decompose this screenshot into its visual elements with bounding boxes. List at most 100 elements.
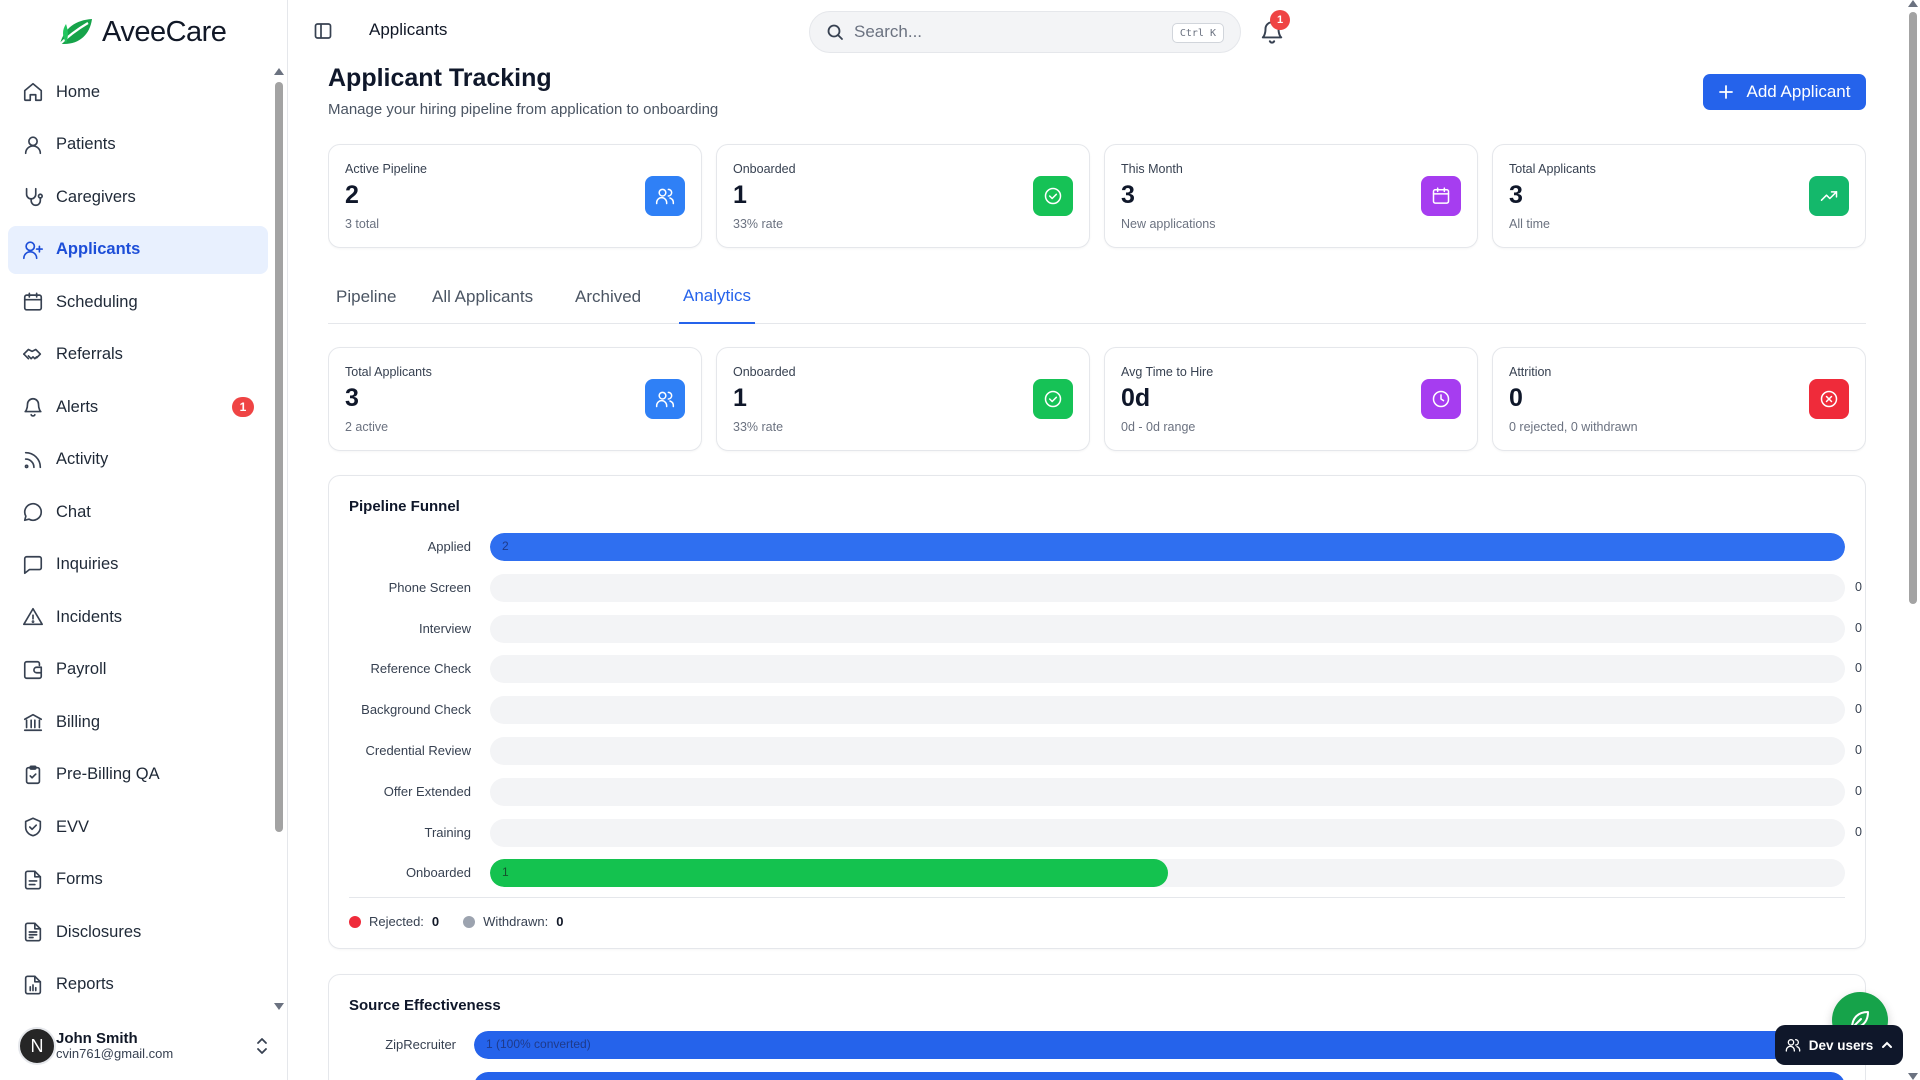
funnel-legend: Rejected: 0 Withdrawn: 0	[349, 914, 563, 929]
sidebar-item-home[interactable]: Home	[8, 68, 268, 116]
users-icon	[655, 188, 675, 205]
scroll-up-arrow-icon[interactable]	[274, 68, 284, 75]
user-email: cvin761@gmail.com	[56, 1046, 174, 1062]
sidebar-item-reports[interactable]: Reports	[8, 961, 268, 1009]
stat-label: Total Applicants	[1509, 162, 1596, 176]
sidebar-item-incidents[interactable]: Incidents	[8, 593, 268, 641]
sidebar-item-label: Caregivers	[56, 187, 136, 206]
stat-subtext: 0d - 0d range	[1121, 420, 1196, 434]
sidebar-item-applicants[interactable]: Applicants	[8, 225, 268, 274]
search-box[interactable]: Ctrl K	[809, 11, 1241, 53]
sidebar-item-payroll[interactable]: Payroll	[8, 646, 268, 694]
trending-up-icon	[1820, 191, 1838, 201]
funnel-bar-track	[490, 573, 1845, 602]
stat-label: Onboarded	[733, 365, 796, 379]
sidebar-scrollbar[interactable]	[274, 68, 284, 1010]
sidebar: AveeCare Home Patients Caregivers Applicant…	[0, 0, 288, 1080]
add-applicant-button[interactable]: Add Applicant	[1703, 74, 1866, 110]
dev-users-button[interactable]: Dev users	[1775, 1025, 1903, 1065]
page-title: Applicant Tracking	[328, 64, 552, 92]
sidebar-item-forms[interactable]: Forms	[8, 856, 268, 904]
stat-value: 2	[345, 181, 359, 209]
app-name: AveeCare	[102, 15, 227, 48]
check-circle-icon	[1044, 390, 1062, 408]
source-bar[interactable]: 1 (100% converted)	[474, 1031, 1845, 1059]
funnel-stage-label: Phone Screen	[388, 579, 471, 595]
stat-subtext: 33% rate	[733, 420, 784, 434]
sidebar-item-badge: 1	[232, 397, 254, 417]
sidebar-item-label: Billing	[56, 712, 101, 731]
search-icon	[827, 24, 843, 40]
legend-value: 0	[556, 914, 564, 929]
sidebar-item-pre-billing-qa[interactable]: Pre-Billing QA	[8, 751, 268, 799]
page-scroll-down-icon[interactable]	[1908, 1073, 1918, 1080]
funnel-row-background-check: Background Check 0	[329, 696, 1866, 725]
funnel-row-training: Training 0	[329, 818, 1866, 847]
sidebar-item-label: Payroll	[56, 660, 107, 678]
legend-label: Withdrawn:	[483, 914, 549, 929]
sidebar-toggle-icon[interactable]	[313, 21, 333, 41]
sidebar-item-evv[interactable]: EVV	[8, 803, 268, 851]
sidebar-item-alerts[interactable]: Alerts 1	[8, 383, 268, 431]
stat-label: Onboarded	[733, 162, 796, 176]
search-input[interactable]	[854, 22, 1154, 42]
sidebar-item-caregivers[interactable]: Caregivers	[8, 173, 268, 221]
sidebar-item-disclosures[interactable]: Disclosures	[8, 908, 268, 956]
legend-value: 0	[431, 914, 440, 929]
sidebar-item-label: Patients	[56, 135, 116, 153]
sidebar-item-label: Home	[56, 82, 101, 101]
warning-triangle-icon	[23, 607, 43, 626]
source-title: Source Effectiveness	[349, 997, 501, 1014]
handshake-icon	[23, 348, 42, 359]
funnel-bar[interactable]: 1	[490, 859, 1168, 888]
page-scroll-up-icon[interactable]	[1908, 0, 1918, 7]
funnel-row-phone-screen: Phone Screen 0	[329, 573, 1866, 602]
sidebar-item-billing[interactable]: Billing	[8, 698, 268, 746]
dev-users-label: Dev users	[1808, 1037, 1874, 1053]
legend-label: Rejected:	[369, 914, 424, 929]
sidebar-item-referrals[interactable]: Referrals	[8, 331, 268, 379]
scroll-down-arrow-icon[interactable]	[274, 1003, 284, 1010]
sidebar-item-label: Reports	[56, 975, 114, 993]
sidebar-item-label: Alerts	[56, 397, 99, 416]
tab-archived[interactable]: Archived	[571, 270, 645, 324]
funnel-stage-label: Interview	[418, 620, 471, 636]
stat-subtext: New applications	[1121, 217, 1216, 231]
funnel-stage-label: Offer Extended	[383, 783, 471, 799]
tab-analytics[interactable]: Analytics	[679, 270, 756, 324]
chevron-up-icon	[1882, 1041, 1893, 1048]
funnel-bar[interactable]: 2	[490, 533, 1845, 561]
sidebar-item-label: Pre-Billing QA	[56, 765, 160, 783]
rss-icon	[24, 451, 42, 468]
stat-value: 0	[1509, 384, 1523, 412]
stat-card-total-applicants: Total Applicants 3 All time	[1492, 144, 1866, 248]
sidebar-item-patients[interactable]: Patients	[8, 121, 268, 169]
stat-value: 3	[1509, 181, 1523, 209]
source-bar[interactable]	[474, 1071, 1845, 1080]
sidebar-item-activity[interactable]: Activity	[8, 436, 268, 484]
chevrons-up-down-icon[interactable]	[254, 1036, 270, 1056]
shield-check-icon	[24, 817, 42, 837]
tab-pipeline[interactable]: Pipeline	[332, 270, 401, 324]
tab-all-applicants[interactable]: All Applicants	[428, 270, 537, 324]
user-menu[interactable]: N John Smith cvin761@gmail.com	[18, 1024, 270, 1068]
sidebar-item-inquiries[interactable]: Inquiries	[8, 541, 268, 589]
chat-bubble-icon	[23, 502, 43, 522]
page-scroll-thumb[interactable]	[1909, 12, 1917, 604]
stat-icon-badge	[1033, 176, 1073, 216]
page-scrollbar[interactable]	[1906, 0, 1920, 1080]
app-logo[interactable]: AveeCare	[56, 14, 227, 50]
user-plus-icon	[23, 240, 43, 259]
sidebar-item-label: Referrals	[56, 345, 123, 363]
funnel-row-onboarded: Onboarded 1	[329, 859, 1866, 888]
stat-icon-badge	[1809, 379, 1849, 419]
sidebar-item-scheduling[interactable]: Scheduling	[8, 278, 268, 326]
message-square-icon	[23, 555, 43, 574]
stethoscope-icon	[25, 187, 43, 207]
stat-subtext: 2 active	[345, 420, 389, 434]
avatar: N	[18, 1027, 56, 1065]
file-chart-icon	[24, 974, 42, 995]
sidebar-item-chat[interactable]: Chat	[8, 488, 268, 536]
users-icon	[1785, 1039, 1801, 1052]
sidebar-scroll-thumb[interactable]	[275, 82, 283, 832]
